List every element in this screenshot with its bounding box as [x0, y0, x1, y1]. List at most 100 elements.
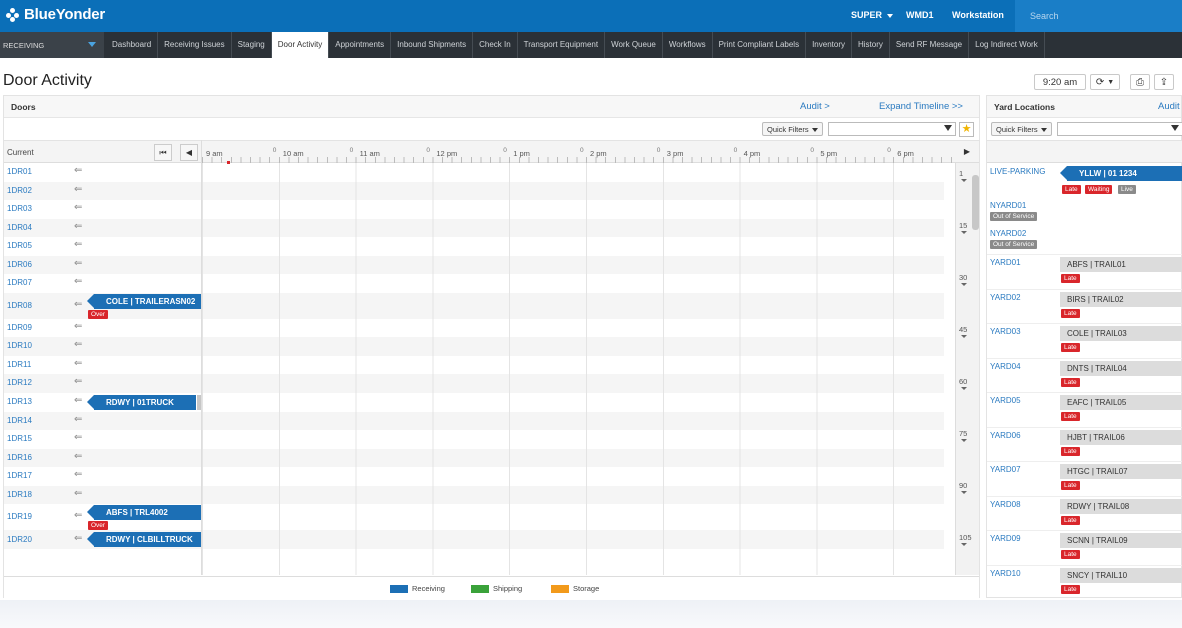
arrow-left-icon[interactable]: ⇐: [74, 414, 82, 425]
search-input[interactable]: Search: [1015, 0, 1182, 32]
yard-trailer-card[interactable]: BIRS | TRAIL02: [1060, 291, 1182, 307]
yard-location-link[interactable]: YARD01: [990, 258, 1021, 267]
table-row[interactable]: 1DR15 ⇐: [4, 430, 944, 449]
arrow-left-icon[interactable]: ⇐: [74, 258, 82, 269]
door-name-link[interactable]: 1DR17: [7, 471, 32, 480]
door-name-link[interactable]: 1DR06: [7, 260, 32, 269]
yard-trailer-card[interactable]: DNTS | TRAIL04: [1060, 360, 1182, 376]
yard-trailer-card[interactable]: EAFC | TRAIL05: [1060, 395, 1182, 410]
yard-location-link[interactable]: YARD04: [990, 362, 1021, 371]
table-row[interactable]: 1DR03 ⇐: [4, 200, 944, 219]
arrow-left-icon[interactable]: ⇐: [74, 510, 82, 521]
door-name-link[interactable]: 1DR18: [7, 490, 32, 499]
table-row[interactable]: 1DR08 ⇐ COLE | TRAILERASN02 Over: [4, 292, 944, 319]
table-row[interactable]: 1DR12 ⇐: [4, 374, 944, 393]
table-row[interactable]: 1DR16 ⇐: [4, 448, 944, 467]
tab-history[interactable]: History: [852, 32, 890, 58]
door-name-link[interactable]: 1DR08: [7, 301, 32, 310]
yard-location-link[interactable]: YARD06: [990, 431, 1021, 440]
timeline-prev-button[interactable]: ◀: [180, 144, 198, 161]
table-row[interactable]: 1DR09 ⇐: [4, 319, 944, 338]
trailer-flag[interactable]: COLE | TRAILERASN02: [87, 293, 202, 309]
arrow-left-icon[interactable]: ⇐: [74, 376, 82, 387]
favorite-button[interactable]: ★: [959, 122, 974, 137]
tab-check-in[interactable]: Check In: [473, 32, 518, 58]
arrow-left-icon[interactable]: ⇐: [74, 276, 82, 287]
expand-timeline-link[interactable]: Expand Timeline >>: [879, 101, 963, 112]
door-name-link[interactable]: 1DR12: [7, 378, 32, 387]
table-row[interactable]: 1DR01 ⇐: [4, 163, 944, 182]
workstation-link[interactable]: Workstation: [952, 10, 1004, 20]
yard-location-link[interactable]: YARD02: [990, 293, 1021, 302]
door-name-link[interactable]: 1DR13: [7, 397, 32, 406]
tab-receiving-issues[interactable]: Receiving Issues: [158, 32, 232, 58]
doors-quick-filters[interactable]: Quick Filters: [762, 122, 823, 136]
table-row[interactable]: 1DR14 ⇐: [4, 411, 944, 430]
arrow-left-icon[interactable]: ⇐: [74, 221, 82, 232]
table-row[interactable]: 1DR07 ⇐: [4, 274, 944, 293]
door-name-link[interactable]: 1DR04: [7, 223, 32, 232]
tab-send-rf-message[interactable]: Send RF Message: [890, 32, 970, 58]
door-name-link[interactable]: 1DR09: [7, 323, 32, 332]
door-name-link[interactable]: 1DR01: [7, 167, 32, 176]
yard-trailer-card[interactable]: COLE | TRAIL03: [1060, 326, 1182, 341]
timeline-next-button[interactable]: ▶: [958, 144, 976, 161]
yard-location-link[interactable]: NYARD01: [990, 201, 1026, 210]
door-name-link[interactable]: 1DR02: [7, 186, 32, 195]
yard-filter-input[interactable]: [1057, 122, 1182, 136]
print-button[interactable]: ⎙: [1130, 74, 1150, 90]
trailer-flag[interactable]: ABFS | TRL4002: [87, 505, 202, 520]
table-row[interactable]: 1DR13 ⇐ RDWY | 01TRUCK: [4, 393, 944, 412]
door-name-link[interactable]: 1DR16: [7, 453, 32, 462]
tab-log-indirect-work[interactable]: Log Indirect Work: [969, 32, 1045, 58]
door-name-link[interactable]: 1DR19: [7, 512, 32, 521]
table-row[interactable]: 1DR11 ⇐: [4, 356, 944, 375]
arrow-left-icon[interactable]: ⇐: [74, 469, 82, 480]
tab-inbound-shipments[interactable]: Inbound Shipments: [391, 32, 474, 58]
door-name-link[interactable]: 1DR11: [7, 360, 31, 369]
arrow-left-icon[interactable]: ⇐: [74, 339, 82, 350]
door-name-link[interactable]: 1DR07: [7, 278, 32, 287]
yard-location-link[interactable]: YARD08: [990, 500, 1021, 509]
arrow-left-icon[interactable]: ⇐: [74, 299, 82, 310]
refresh-button[interactable]: ⟳ ▼: [1090, 74, 1120, 90]
arrow-left-icon[interactable]: ⇐: [74, 395, 82, 406]
tab-workflows[interactable]: Workflows: [663, 32, 713, 58]
scrollbar-thumb[interactable]: [972, 175, 979, 230]
yard-location-link[interactable]: YARD09: [990, 534, 1021, 543]
tab-dashboard[interactable]: Dashboard: [106, 32, 159, 58]
door-name-link[interactable]: 1DR03: [7, 204, 32, 213]
arrow-left-icon[interactable]: ⇐: [74, 488, 82, 499]
trailer-flag[interactable]: RDWY | CLBILLTRUCK: [87, 532, 202, 547]
trailer-flag[interactable]: YLLW | 01 1234: [1060, 166, 1182, 181]
door-name-link[interactable]: 1DR14: [7, 416, 32, 425]
yard-location-link[interactable]: YARD03: [990, 327, 1021, 336]
table-row[interactable]: 1DR04 ⇐: [4, 218, 944, 237]
module-select[interactable]: RECEIVING: [0, 32, 104, 58]
table-row[interactable]: 1DR18 ⇐: [4, 485, 944, 504]
table-row[interactable]: 1DR10 ⇐: [4, 337, 944, 356]
arrow-left-icon[interactable]: ⇐: [74, 239, 82, 250]
brand-logo[interactable]: BlueYonder: [6, 6, 105, 23]
door-name-link[interactable]: 1DR15: [7, 434, 32, 443]
user-menu[interactable]: SUPER: [851, 10, 893, 20]
table-row[interactable]: 1DR05 ⇐: [4, 237, 944, 256]
export-button[interactable]: ⇪: [1154, 74, 1174, 90]
yard-trailer-card[interactable]: SNCY | TRAIL10: [1060, 567, 1182, 583]
table-row[interactable]: 1DR02 ⇐: [4, 181, 944, 200]
tab-inventory[interactable]: Inventory: [806, 32, 852, 58]
table-row[interactable]: 1DR19 ⇐ ABFS | TRL4002 Over: [4, 504, 944, 530]
arrow-left-icon[interactable]: ⇐: [74, 184, 82, 195]
yard-trailer-card[interactable]: HTGC | TRAIL07: [1060, 464, 1182, 479]
yard-trailer-card[interactable]: HJBT | TRAIL06: [1060, 429, 1182, 445]
yard-location-link[interactable]: LIVE-PARKING: [990, 167, 1045, 176]
tab-staging[interactable]: Staging: [232, 32, 272, 58]
door-name-link[interactable]: 1DR10: [7, 341, 32, 350]
tab-appointments[interactable]: Appointments: [329, 32, 392, 58]
arrow-left-icon[interactable]: ⇐: [74, 533, 82, 544]
trailer-flag[interactable]: RDWY | 01TRUCK: [87, 394, 196, 410]
yard-audit-link[interactable]: Audit: [1158, 101, 1180, 112]
arrow-left-icon[interactable]: ⇐: [74, 432, 82, 443]
door-name-link[interactable]: 1DR20: [7, 535, 32, 544]
tab-transport-equipment[interactable]: Transport Equipment: [518, 32, 606, 58]
